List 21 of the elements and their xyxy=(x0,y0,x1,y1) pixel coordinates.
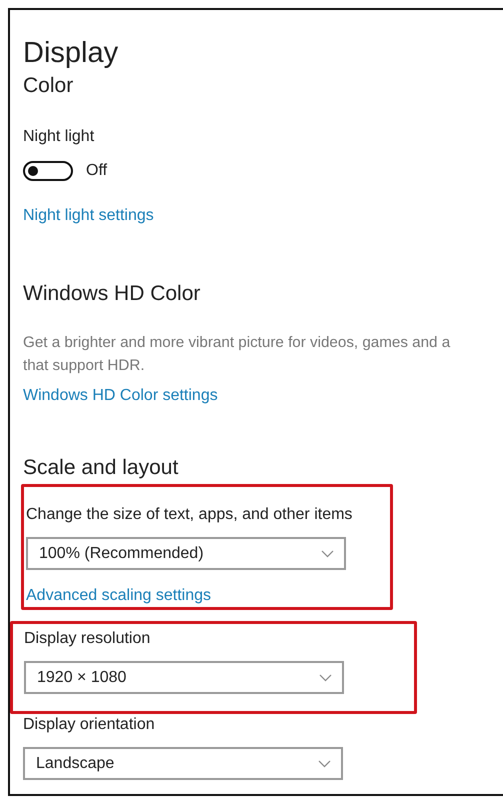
description-text: Get a brighter and more vibrant picture for videos, games and a xyxy=(23,333,452,353)
dropdown[interactable]: Landscape xyxy=(23,747,343,780)
section-title: Scale and layout xyxy=(23,455,180,481)
chevron-down-icon xyxy=(321,550,334,558)
dropdown[interactable]: 1920 × 1080 xyxy=(24,661,344,694)
setting-label: Display orientation xyxy=(23,715,156,735)
section-title: Color xyxy=(23,73,74,99)
settings-link[interactable]: Windows HD Color settings xyxy=(23,385,218,407)
toggle-switch[interactable] xyxy=(23,161,73,181)
chevron-down-icon xyxy=(318,760,331,768)
page-title: Display xyxy=(23,36,120,70)
setting-label: Display resolution xyxy=(24,629,152,649)
description-text: that support HDR. xyxy=(23,356,146,376)
section-title: Windows HD Color xyxy=(23,281,202,307)
setting-label: Night light xyxy=(23,127,96,147)
dropdown[interactable]: 100% (Recommended) xyxy=(26,537,346,570)
settings-link[interactable]: Advanced scaling settings xyxy=(26,585,211,607)
setting-label: Change the size of text, apps, and other items xyxy=(26,505,354,525)
settings-link[interactable]: Night light settings xyxy=(23,205,154,227)
toggle-state: Off xyxy=(86,162,108,180)
chevron-down-icon xyxy=(319,674,332,682)
